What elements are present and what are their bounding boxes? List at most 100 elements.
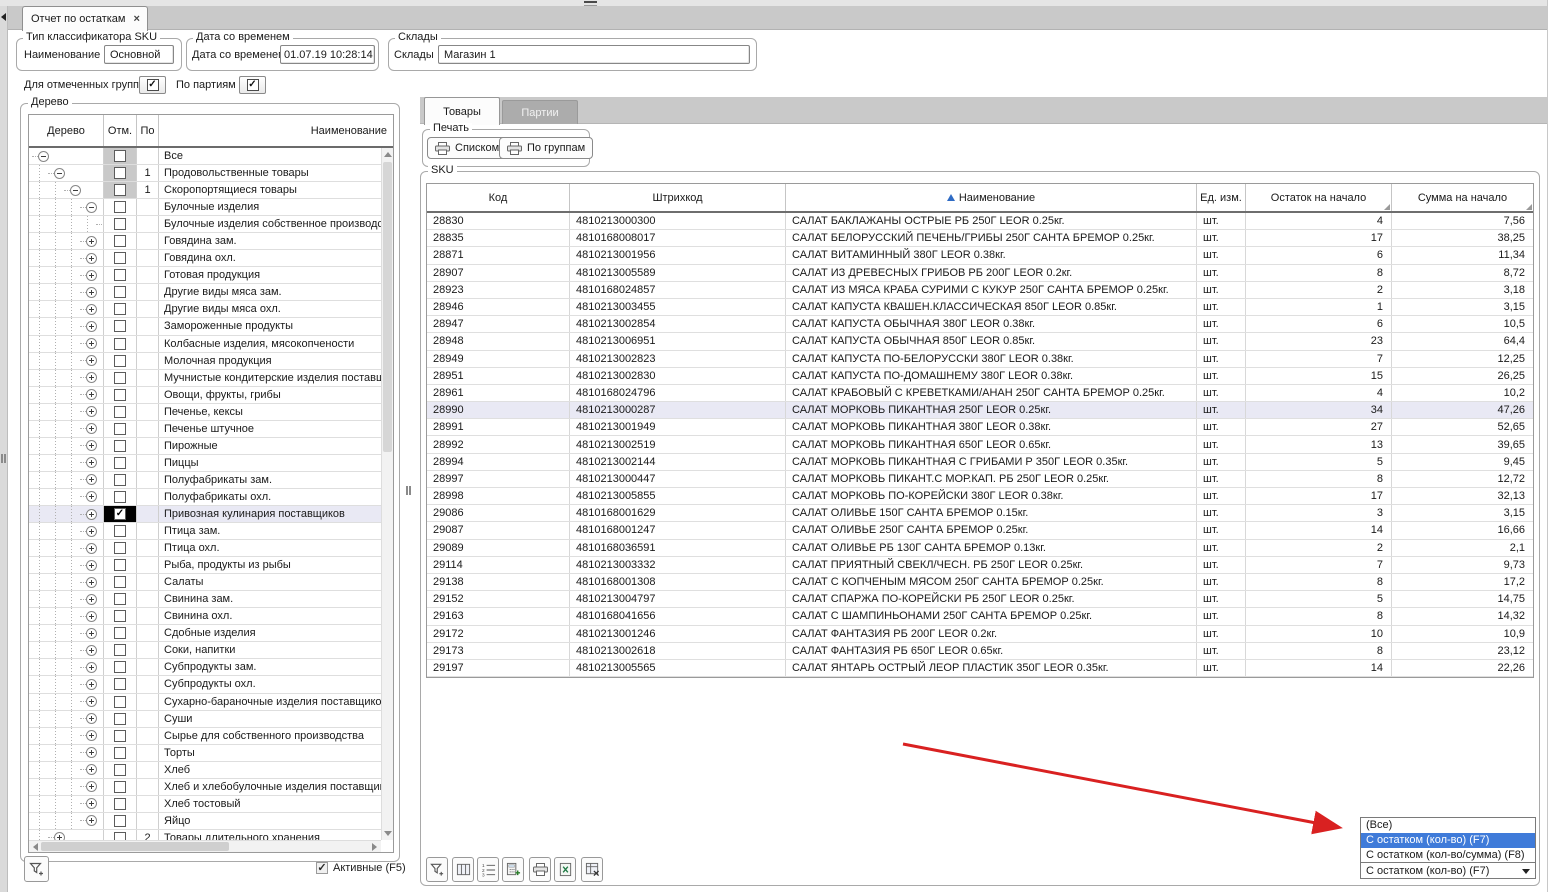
tree-row[interactable]: Другие виды мяса охл. bbox=[29, 301, 381, 318]
sku-row[interactable]: 291384810168001308САЛАТ С КОПЧЕНЫМ МЯСОМ… bbox=[427, 574, 1533, 591]
sku-row[interactable]: 289474810213002854САЛАТ КАПУСТА ОБЫЧНАЯ … bbox=[427, 316, 1533, 333]
tree-row-checkbox[interactable] bbox=[114, 610, 126, 622]
sku-row[interactable]: 290894810168036591САЛАТ ОЛИВЬЕ РБ 130Г С… bbox=[427, 540, 1533, 557]
col-name[interactable]: Наименование bbox=[786, 184, 1197, 211]
expand-icon[interactable] bbox=[86, 815, 97, 826]
collapse-icon[interactable] bbox=[86, 202, 97, 213]
filter-option[interactable]: С остатком (кол-во/сумма) (F8) bbox=[1361, 848, 1535, 863]
collapse-icon[interactable] bbox=[38, 151, 49, 162]
tree-row[interactable]: Булочные изделия собственное производств… bbox=[29, 216, 381, 233]
collapse-icon[interactable] bbox=[70, 185, 81, 196]
expand-icon[interactable] bbox=[86, 543, 97, 554]
collapsed-left-panel[interactable] bbox=[0, 6, 8, 892]
tree-row-checkbox[interactable] bbox=[114, 730, 126, 742]
sku-row[interactable]: 289464810213003455САЛАТ КАПУСТА КВАШЕН.К… bbox=[427, 299, 1533, 316]
expand-icon[interactable] bbox=[86, 509, 97, 520]
expand-icon[interactable] bbox=[86, 730, 97, 741]
tree-row-checkbox[interactable] bbox=[114, 286, 126, 298]
tree-col-tree[interactable]: Дерево bbox=[29, 115, 104, 146]
expand-icon[interactable] bbox=[86, 560, 97, 571]
tree-row[interactable]: Птица зам. bbox=[29, 523, 381, 540]
tree-row-checkbox[interactable] bbox=[114, 747, 126, 759]
tree-row-checkbox[interactable] bbox=[114, 576, 126, 588]
expand-icon[interactable] bbox=[86, 781, 97, 792]
sku-row[interactable]: 288304810213000300САЛАТ БАКЛАЖАНЫ ОСТРЫЕ… bbox=[427, 213, 1533, 230]
tree-col-po[interactable]: По bbox=[137, 115, 159, 146]
sku-row[interactable]: 288714810213001956САЛАТ ВИТАМИННЫЙ 380Г … bbox=[427, 247, 1533, 264]
expand-icon[interactable] bbox=[86, 526, 97, 537]
tree-row-checkbox[interactable] bbox=[114, 440, 126, 452]
tree-row-checkbox[interactable] bbox=[114, 150, 126, 162]
expand-icon[interactable] bbox=[86, 764, 97, 775]
sku-row[interactable]: 289904810213000287САЛАТ МОРКОВЬ ПИКАНТНА… bbox=[427, 402, 1533, 419]
tree-row[interactable]: Хлеб тостовый bbox=[29, 796, 381, 813]
tree-row-checkbox[interactable] bbox=[114, 525, 126, 537]
expand-icon[interactable] bbox=[86, 304, 97, 315]
expand-icon[interactable] bbox=[86, 679, 97, 690]
tree-row-checkbox[interactable] bbox=[114, 184, 126, 196]
tree-row-checkbox[interactable] bbox=[114, 781, 126, 793]
sku-row[interactable]: 289484810213006951САЛАТ КАПУСТА ОБЫЧНАЯ … bbox=[427, 333, 1533, 350]
tree-row[interactable]: Мучнистые кондитерские изделия поставщик bbox=[29, 370, 381, 387]
scroll-left-icon[interactable] bbox=[33, 843, 38, 851]
tree-row-checkbox[interactable] bbox=[114, 832, 126, 840]
tree-row-checkbox[interactable] bbox=[114, 355, 126, 367]
tree-row[interactable]: Полуфабрикаты зам. bbox=[29, 472, 381, 489]
expand-icon[interactable] bbox=[86, 355, 97, 366]
sku-row[interactable]: 289924810213002519САЛАТ МОРКОВЬ ПИКАНТНА… bbox=[427, 436, 1533, 453]
filter-option[interactable]: (Все) bbox=[1361, 818, 1535, 833]
scroll-right-icon[interactable] bbox=[372, 843, 377, 851]
tree-row[interactable]: Полуфабрикаты охл. bbox=[29, 489, 381, 506]
expand-icon[interactable] bbox=[86, 577, 97, 588]
print-button[interactable] bbox=[529, 857, 551, 882]
print-by-groups-button[interactable]: По группам bbox=[499, 137, 593, 159]
expand-icon[interactable] bbox=[86, 440, 97, 451]
active-f5-checkbox[interactable]: ✓ Активные (F5) bbox=[316, 862, 406, 874]
tab-stock-report[interactable]: Отчет по остаткам × bbox=[22, 6, 148, 31]
tree-row[interactable]: Говядина охл. bbox=[29, 250, 381, 267]
tree-row-checkbox[interactable] bbox=[114, 491, 126, 503]
tree-row-checkbox[interactable] bbox=[114, 559, 126, 571]
tab-close-icon[interactable]: × bbox=[133, 13, 139, 25]
tree-row-checkbox[interactable] bbox=[114, 764, 126, 776]
scroll-thumb[interactable] bbox=[41, 842, 229, 851]
sku-row[interactable]: 289914810213001949САЛАТ МОРКОВЬ ПИКАНТНА… bbox=[427, 419, 1533, 436]
tree-col-name[interactable]: Наименование bbox=[159, 115, 393, 146]
sku-row[interactable]: 291974810213005565САЛАТ ЯНТАРЬ ОСТРЫЙ ЛЕ… bbox=[427, 660, 1533, 677]
tree-row[interactable]: Суши bbox=[29, 711, 381, 728]
tree-row-checkbox[interactable] bbox=[114, 815, 126, 827]
tree-row[interactable]: Яйцо bbox=[29, 813, 381, 830]
sku-row[interactable]: 289074810213005589САЛАТ ИЗ ДРЕВЕСНЫХ ГРИ… bbox=[427, 265, 1533, 282]
expand-icon[interactable] bbox=[86, 321, 97, 332]
tree-row[interactable]: Хлеб bbox=[29, 762, 381, 779]
tree-row[interactable]: Соки, напитки bbox=[29, 642, 381, 659]
col-sum-start[interactable]: Сумма на начало bbox=[1392, 184, 1533, 211]
tree-col-marked[interactable]: Отм. bbox=[104, 115, 137, 146]
tree-row[interactable]: Торты bbox=[29, 745, 381, 762]
tree-row-checkbox[interactable] bbox=[114, 474, 126, 486]
tree-row-checkbox[interactable] bbox=[114, 201, 126, 213]
tree-row-checkbox[interactable] bbox=[114, 320, 126, 332]
collapse-arrow-icon[interactable] bbox=[1, 13, 6, 21]
expand-icon[interactable] bbox=[86, 406, 97, 417]
tree-row[interactable]: Салаты bbox=[29, 574, 381, 591]
expand-icon[interactable] bbox=[86, 236, 97, 247]
tree-row[interactable]: Говядина зам. bbox=[29, 233, 381, 250]
tree-row-checkbox[interactable] bbox=[114, 593, 126, 605]
tree-row[interactable]: Субпродукты зам. bbox=[29, 659, 381, 676]
scroll-up-icon[interactable] bbox=[384, 152, 392, 157]
tree-row[interactable]: Хлеб и хлебобулочные изделия поставщиков bbox=[29, 779, 381, 796]
classifier-select[interactable]: Основной bbox=[104, 45, 174, 64]
tree-vertical-scrollbar[interactable] bbox=[381, 148, 393, 840]
expand-icon[interactable] bbox=[86, 611, 97, 622]
tree-row-checkbox[interactable] bbox=[114, 696, 126, 708]
tree-row-checkbox[interactable] bbox=[114, 338, 126, 350]
table-clear-button[interactable] bbox=[581, 857, 603, 882]
sku-filter-button[interactable] bbox=[426, 857, 448, 882]
expand-icon[interactable] bbox=[86, 253, 97, 264]
by-batches-checkbox[interactable]: ✓ bbox=[239, 76, 266, 94]
scroll-thumb[interactable] bbox=[383, 162, 392, 452]
expand-icon[interactable] bbox=[86, 662, 97, 673]
print-list-button[interactable]: Списком bbox=[427, 137, 507, 159]
tree-row[interactable]: 1Продовольственные товары bbox=[29, 165, 381, 182]
